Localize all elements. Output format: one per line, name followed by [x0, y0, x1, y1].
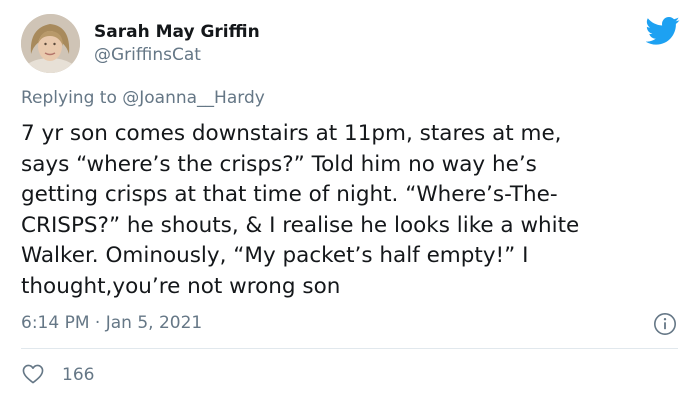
tweet-card: Sarah May Griffin @GriffinsCat Replying …: [0, 0, 700, 402]
tweet-text-line: Walker. Ominously, “My packet’s half emp…: [21, 243, 529, 268]
tweet-text-line: thought,you’re not wrong son: [21, 273, 341, 299]
tweet-text-line: getting crisps at that time of night. “W…: [21, 182, 558, 207]
reply-mention-link[interactable]: @Joanna__Hardy: [122, 88, 265, 108]
avatar-image: [21, 14, 80, 73]
heart-outline-icon[interactable]: [22, 364, 44, 384]
tweet-text-line: says “where’s the crisps?” Told him no w…: [21, 151, 537, 177]
avatar[interactable]: [21, 14, 80, 73]
tweet-text-line: CRISPS?” he shouts, & I realise he looks…: [21, 212, 580, 238]
divider: [21, 348, 678, 349]
reply-prefix: Replying to: [21, 88, 117, 108]
author-handle[interactable]: @GriffinsCat: [94, 44, 201, 66]
twitter-bird-icon[interactable]: [646, 16, 680, 46]
tweet-timestamp[interactable]: 6:14 PM · Jan 5, 2021: [21, 312, 202, 334]
like-count: 166: [62, 365, 95, 385]
reply-context: Replying to @Joanna__Hardy: [21, 86, 265, 110]
info-icon[interactable]: [653, 312, 677, 336]
author-display-name[interactable]: Sarah May Griffin: [94, 21, 260, 43]
tweet-text: 7 yr son comes downstairs at 11pm, stare…: [21, 119, 686, 302]
tweet-text-line: 7 yr son comes downstairs at 11pm, stare…: [21, 121, 562, 146]
